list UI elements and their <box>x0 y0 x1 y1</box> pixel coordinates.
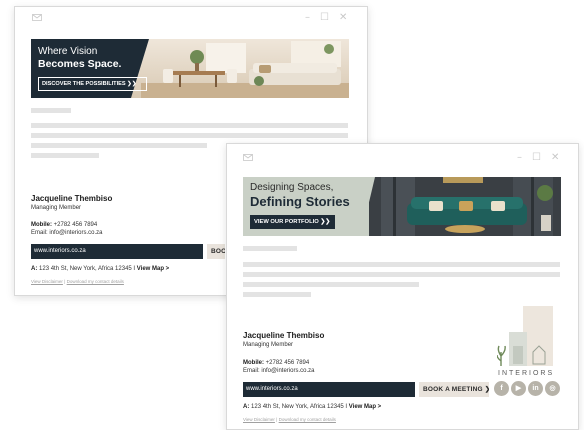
footer-links: View Disclaimer | Download my contact de… <box>31 279 124 284</box>
book-meeting-button[interactable]: BOOK <box>207 244 225 259</box>
view-map-link[interactable]: View Map > <box>349 404 381 410</box>
close-icon[interactable]: ✕ <box>339 12 347 24</box>
signature-address: A: 123 4th St, New York, Africa 12345 I … <box>243 404 382 410</box>
footer-links: View Disclaimer | Download my contact de… <box>243 417 336 422</box>
signature-email: Email: info@interiors.co.za <box>31 230 103 236</box>
titlebar: – ☐ ✕ <box>15 7 367 29</box>
signature-mobile: Mobile: +2782 456 7894 <box>243 360 310 366</box>
view-map-link[interactable]: View Map > <box>137 266 169 272</box>
youtube-icon[interactable]: ▶ <box>511 381 526 396</box>
placeholder-line <box>243 262 560 267</box>
instagram-icon[interactable]: ◎ <box>545 381 560 396</box>
signature-address: A: 123 4th St, New York, Africa 12345 I … <box>31 266 170 272</box>
download-contact-link[interactable]: Download my contact details <box>279 417 336 422</box>
window-controls: – ☐ ✕ <box>305 12 347 24</box>
facebook-icon[interactable]: f <box>494 381 509 396</box>
placeholder-line <box>31 123 348 128</box>
signature-email: Email: info@interiors.co.za <box>243 368 315 374</box>
view-disclaimer-link[interactable]: View Disclaimer <box>31 279 63 284</box>
banner-headline-2: Defining Stories <box>250 194 350 209</box>
signature-name: Jacqueline Thembiso <box>31 194 113 203</box>
book-meeting-button[interactable]: BOOK A MEETING ❯❯ <box>419 382 489 397</box>
minimize-icon[interactable]: – <box>305 12 310 24</box>
banner-headline-2: Becomes Space. <box>38 58 122 70</box>
minimize-icon[interactable]: – <box>517 152 522 164</box>
website-link[interactable]: www.interiors.co.za <box>243 382 415 397</box>
interiors-logo-icon <box>497 306 553 366</box>
signature-name: Jacqueline Thembiso <box>243 331 325 340</box>
linkedin-icon[interactable]: in <box>528 381 543 396</box>
maximize-icon[interactable]: ☐ <box>320 12 329 24</box>
placeholder-line <box>243 282 419 287</box>
placeholder-line <box>31 133 348 138</box>
placeholder-line <box>243 292 311 297</box>
close-icon[interactable]: ✕ <box>551 152 559 164</box>
promo-banner[interactable]: Where Vision Becomes Space. DISCOVER THE… <box>31 39 349 98</box>
maximize-icon[interactable]: ☐ <box>532 152 541 164</box>
placeholder-line <box>31 153 99 158</box>
mail-icon <box>243 154 253 161</box>
titlebar: – ☐ ✕ <box>227 144 578 166</box>
banner-cta-button[interactable]: VIEW OUR PORTFOLIO ❯❯ <box>250 215 335 229</box>
brand-name: INTERIORS <box>498 370 555 377</box>
banner-headline-1: Designing Spaces, <box>250 182 334 193</box>
email-window-front: – ☐ ✕ Designing Spaces, Defining Stories… <box>226 143 579 430</box>
mail-icon <box>32 14 42 21</box>
banner-cta-button[interactable]: DISCOVER THE POSSIBILITIES ❯❯ <box>38 77 147 91</box>
signature-role: Managing Member <box>31 205 82 211</box>
window-controls: – ☐ ✕ <box>517 152 559 164</box>
promo-banner[interactable]: Designing Spaces, Defining Stories VIEW … <box>243 177 561 236</box>
placeholder-line <box>31 108 71 113</box>
view-disclaimer-link[interactable]: View Disclaimer <box>243 417 275 422</box>
signature-mobile: Mobile: +2782 456 7894 <box>31 222 98 228</box>
social-icons: f ▶ in ◎ <box>494 381 560 396</box>
website-link[interactable]: www.interiors.co.za <box>31 244 203 259</box>
signature-role: Managing Member <box>243 342 294 348</box>
placeholder-line <box>243 272 560 277</box>
placeholder-line <box>31 143 207 148</box>
placeholder-line <box>243 246 297 251</box>
download-contact-link[interactable]: Download my contact details <box>67 279 124 284</box>
banner-headline-1: Where Vision <box>38 46 98 57</box>
